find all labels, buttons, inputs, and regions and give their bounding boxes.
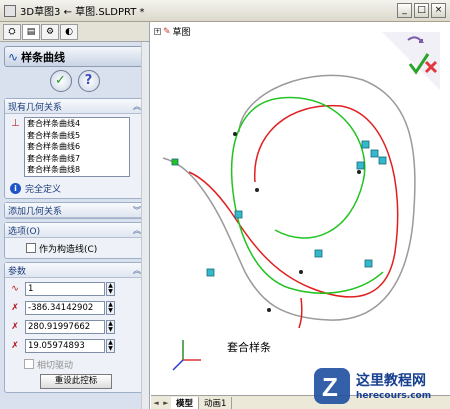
z-coordinate-icon: ✗ (11, 341, 19, 351)
spline-title: 样条曲线 (21, 50, 66, 64)
options-header[interactable]: 选项(O) ︽ (5, 223, 144, 238)
manager-tabs: ⛭ ▤ ⚙ ◐ (0, 22, 149, 42)
maximize-button[interactable]: □ (414, 3, 429, 18)
spline-handles[interactable] (171, 140, 387, 277)
tab-scroll-left-icon[interactable]: ◄ (151, 399, 161, 407)
minimize-button[interactable]: _ (397, 3, 412, 18)
construction-option[interactable]: 作为构造线(C) (8, 241, 141, 255)
x-coordinate-icon: ✗ (11, 303, 19, 313)
status-text: 完全定义 (25, 185, 62, 195)
add-relations-group: 添加几何关系 ︾ (4, 202, 145, 219)
sketch-annotation: 套合样条 (227, 341, 271, 354)
red-spline (188, 104, 399, 298)
window-title: 3D草图3 ← 草图.SLDPRT * (20, 7, 145, 18)
window-controls: _ □ × (397, 3, 446, 18)
spinner[interactable]: ▲ ▼ (106, 301, 115, 315)
spinner[interactable]: ▲ ▼ (106, 282, 115, 296)
param-row: ✗ ▲▼ (8, 319, 141, 335)
gray-spline (162, 74, 416, 321)
add-relations-header[interactable]: 添加几何关系 ︾ (5, 203, 144, 218)
watermark-url: herecours.com (356, 391, 432, 401)
watermark-title: 这里教程网 (356, 373, 426, 389)
options-group: 选项(O) ︽ 作为构造线(C) (4, 222, 145, 259)
collapse-icon[interactable]: ︽ (133, 225, 141, 236)
spinner[interactable]: ▲ ▼ (106, 320, 115, 334)
spline-point-field[interactable] (25, 282, 105, 296)
construction-label: 作为构造线(C) (39, 244, 98, 255)
info-icon: i (10, 183, 21, 194)
existing-relations-header[interactable]: 现有几何关系 ︽ (5, 99, 144, 114)
tab-scroll-right-icon[interactable]: ► (161, 399, 171, 407)
tab-model[interactable]: 模型 (171, 396, 200, 409)
app-icon (4, 4, 16, 17)
x-coordinate-field[interactable] (25, 301, 105, 315)
existing-relations-group: 现有几何关系 ︽ ⊥ 套合样条曲线4 套合样条曲线5 套合样条曲线6 套合样条曲… (4, 98, 145, 199)
relation-icon: ⊥ (11, 118, 20, 129)
spline-point-icon: ∿ (11, 284, 19, 294)
tab-animation[interactable]: 动画1 (199, 396, 233, 409)
svg-text:Z: Z (322, 372, 338, 402)
window-titlebar: 3D草图3 ← 草图.SLDPRT * _ □ × (0, 0, 450, 22)
green-spline (230, 96, 384, 294)
relations-list[interactable]: 套合样条曲线4 套合样条曲线5 套合样条曲线6 套合样条曲线7 套合样条曲线8 (24, 117, 130, 177)
spline-header: ∿ 样条曲线 (4, 46, 145, 67)
y-coordinate-field[interactable] (25, 320, 105, 334)
collapse-icon[interactable]: ︽ (133, 101, 141, 112)
relation-item[interactable]: 套合样条曲线6 (25, 141, 129, 153)
close-button[interactable]: × (431, 3, 446, 18)
definition-status: i 完全定义 (8, 182, 141, 195)
options-title: 选项(O) (8, 226, 41, 237)
view-triad (172, 340, 201, 371)
configuration-manager-tab[interactable]: ⚙ (41, 24, 59, 40)
feature-manager-tab[interactable]: ⛭ (3, 24, 21, 40)
spline-sketch (162, 74, 416, 371)
param-row: ∿ ▲▼ (8, 281, 141, 297)
property-manager-tab[interactable]: ▤ (22, 24, 40, 40)
ok-button[interactable]: ✓ (49, 70, 72, 92)
expand-icon[interactable]: ︾ (133, 205, 141, 216)
spinner[interactable]: ▲ ▼ (106, 339, 115, 353)
y-coordinate-icon: ✗ (11, 322, 19, 332)
spline-icon: ∿ (8, 49, 19, 64)
collapse-icon[interactable]: ︽ (133, 265, 141, 276)
parameters-header[interactable]: 参数 ︽ (5, 263, 144, 278)
relation-item[interactable]: 套合样条曲线7 (25, 153, 129, 165)
tangent-driving-label: 相切驱动 (37, 360, 74, 371)
relation-item[interactable]: 套合样条曲线8 (25, 164, 129, 176)
tangent-driving-checkbox[interactable] (24, 359, 34, 369)
help-button[interactable]: ? (77, 70, 100, 92)
add-relations-title: 添加几何关系 (8, 206, 63, 217)
z-coordinate-field[interactable] (25, 339, 105, 353)
param-row: ✗ ▲▼ (8, 338, 141, 354)
property-manager-panel: ⛭ ▤ ⚙ ◐ ∿ 样条曲线 ✓ ? 现有几何关系 ︽ ⊥ 套合样条曲线4 套合… (0, 22, 150, 409)
display-manager-tab[interactable]: ◐ (60, 24, 78, 40)
reset-handle-button[interactable]: 重设此控标 (40, 374, 112, 389)
relation-item[interactable]: 套合样条曲线4 (25, 118, 129, 130)
confirm-row: ✓ ? (0, 67, 149, 95)
parameters-group: 参数 ︽ ∿ ▲▼ ✗ ▲▼ ✗ ▲▼ ✗ ▲▼ (4, 262, 145, 393)
panel-scrollbar[interactable] (141, 42, 149, 409)
tangent-driving-option[interactable]: 相切驱动 (8, 357, 141, 371)
relation-item[interactable]: 套合样条曲线5 (25, 130, 129, 142)
param-row: ✗ ▲▼ (8, 300, 141, 316)
construction-checkbox[interactable] (26, 243, 36, 253)
parameters-title: 参数 (8, 266, 27, 277)
graphics-area[interactable]: + ✎ 草图 套合样条 ◄ ► 模型 动画1 (151, 22, 450, 409)
existing-relations-title: 现有几何关系 (8, 102, 63, 113)
